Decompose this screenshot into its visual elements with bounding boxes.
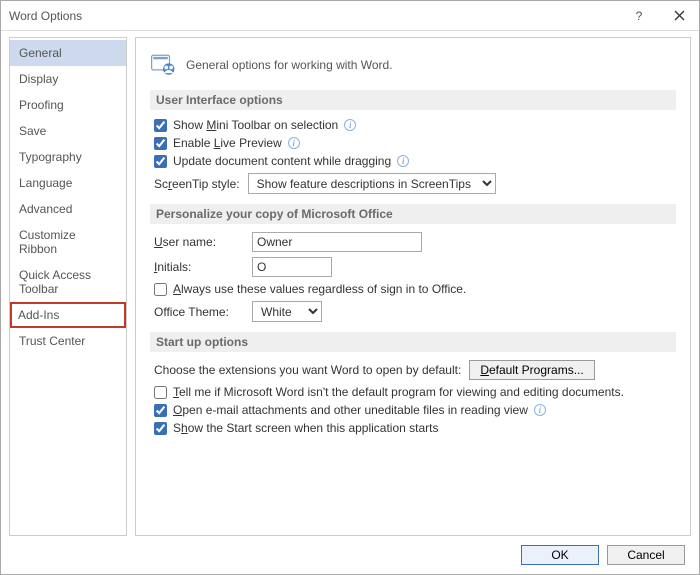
select-screentip-style[interactable]: Show feature descriptions in ScreenTips [248, 173, 496, 194]
help-button[interactable]: ? [619, 1, 659, 31]
sidebar-item-label: Display [19, 72, 58, 86]
sidebar-item-trust-center[interactable]: Trust Center [10, 328, 126, 354]
row-open-email-attachments: Open e-mail attachments and other unedit… [154, 403, 676, 417]
info-icon[interactable]: i [397, 155, 409, 167]
sidebar-item-label: Customize Ribbon [19, 228, 76, 256]
sidebar-item-advanced[interactable]: Advanced [10, 196, 126, 222]
help-icon: ? [636, 9, 643, 23]
sidebar-item-add-ins[interactable]: Add-Ins [10, 302, 126, 328]
sidebar-item-label: Trust Center [19, 334, 85, 348]
row-screentip-style: ScreenTip style: Show feature descriptio… [154, 173, 676, 194]
checkbox-show-start-screen[interactable] [154, 422, 167, 435]
label-show-mini-toolbar: Show Mini Toolbar on selection [173, 118, 338, 132]
titlebar: Word Options ? [1, 1, 699, 31]
close-button[interactable] [659, 1, 699, 31]
sidebar-item-customize-ribbon[interactable]: Customize Ribbon [10, 222, 126, 262]
sidebar-item-label: Advanced [19, 202, 72, 216]
row-update-dragging: Update document content while dragging i [154, 154, 676, 168]
sidebar-item-general[interactable]: General [10, 40, 126, 66]
row-always-use-values: Always use these values regardless of si… [154, 282, 676, 296]
page-header: General options for working with Word. [150, 52, 676, 78]
section-title-personalize: Personalize your copy of Microsoft Offic… [150, 204, 676, 224]
label-open-email-attachments: Open e-mail attachments and other unedit… [173, 403, 528, 417]
label-office-theme: Office Theme: [154, 305, 244, 319]
general-options-icon [150, 52, 176, 78]
row-tell-me-default: Tell me if Microsoft Word isn't the defa… [154, 385, 676, 399]
close-icon [674, 10, 685, 21]
sidebar-item-typography[interactable]: Typography [10, 144, 126, 170]
word-options-dialog: Word Options ? General Display Proofing … [0, 0, 700, 575]
cancel-button[interactable]: Cancel [607, 545, 685, 565]
section-title-startup: Start up options [150, 332, 676, 352]
checkbox-live-preview[interactable] [154, 137, 167, 150]
label-choose-extensions: Choose the extensions you want Word to o… [154, 363, 461, 377]
info-icon[interactable]: i [344, 119, 356, 131]
window-title: Word Options [9, 9, 619, 23]
label-tell-me-default: Tell me if Microsoft Word isn't the defa… [173, 385, 624, 399]
checkbox-update-dragging[interactable] [154, 155, 167, 168]
checkbox-tell-me-default[interactable] [154, 386, 167, 399]
row-show-start-screen: Show the Start screen when this applicat… [154, 421, 676, 435]
label-live-preview: Enable Live Preview [173, 136, 282, 150]
sidebar-item-label: Save [19, 124, 46, 138]
label-initials: Initials: [154, 260, 244, 274]
label-always-use-values: Always use these values regardless of si… [173, 282, 466, 296]
sidebar-item-label: Add-Ins [18, 308, 59, 322]
section-title-ui: User Interface options [150, 90, 676, 110]
sidebar-item-label: General [19, 46, 62, 60]
sidebar-item-proofing[interactable]: Proofing [10, 92, 126, 118]
input-initials[interactable] [252, 257, 332, 277]
row-initials: Initials: [154, 257, 676, 277]
info-icon[interactable]: i [534, 404, 546, 416]
label-screentip-style: ScreenTip style: [154, 177, 240, 191]
ok-button[interactable]: OK [521, 545, 599, 565]
sidebar-item-language[interactable]: Language [10, 170, 126, 196]
category-sidebar: General Display Proofing Save Typography… [9, 37, 127, 536]
label-update-dragging: Update document content while dragging [173, 154, 391, 168]
input-username[interactable] [252, 232, 422, 252]
checkbox-always-use-values[interactable] [154, 283, 167, 296]
sidebar-item-display[interactable]: Display [10, 66, 126, 92]
sidebar-item-quick-access-toolbar[interactable]: Quick Access Toolbar [10, 262, 126, 302]
label-username: User name: [154, 235, 244, 249]
checkbox-show-mini-toolbar[interactable] [154, 119, 167, 132]
row-show-mini-toolbar: Show Mini Toolbar on selection i [154, 118, 676, 132]
info-icon[interactable]: i [288, 137, 300, 149]
dialog-footer: OK Cancel [1, 536, 699, 574]
dialog-body: General Display Proofing Save Typography… [1, 31, 699, 536]
sidebar-item-label: Typography [19, 150, 82, 164]
label-show-start-screen: Show the Start screen when this applicat… [173, 421, 439, 435]
button-default-programs[interactable]: Default Programs... [469, 360, 594, 380]
row-username: User name: [154, 232, 676, 252]
select-office-theme[interactable]: White [252, 301, 322, 322]
sidebar-item-label: Language [19, 176, 72, 190]
sidebar-item-save[interactable]: Save [10, 118, 126, 144]
row-live-preview: Enable Live Preview i [154, 136, 676, 150]
row-office-theme: Office Theme: White [154, 301, 676, 322]
content-panel: General options for working with Word. U… [135, 37, 691, 536]
sidebar-item-label: Proofing [19, 98, 64, 112]
checkbox-open-email-attachments[interactable] [154, 404, 167, 417]
row-default-programs: Choose the extensions you want Word to o… [154, 360, 676, 380]
sidebar-item-label: Quick Access Toolbar [19, 268, 91, 296]
page-header-text: General options for working with Word. [186, 58, 393, 72]
